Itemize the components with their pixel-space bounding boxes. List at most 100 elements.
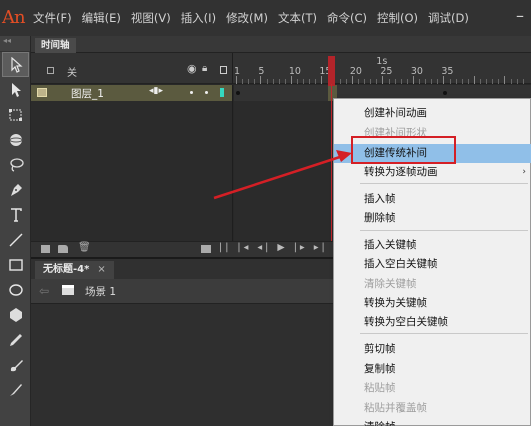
new-folder-icon[interactable] bbox=[58, 245, 68, 253]
ruler-tick bbox=[522, 79, 524, 84]
3d-rotation-tool[interactable] bbox=[0, 127, 31, 152]
outline-icon[interactable] bbox=[220, 66, 227, 74]
menu-text[interactable]: 文本(T) bbox=[273, 0, 322, 36]
menu-edit[interactable]: 编辑(E) bbox=[77, 0, 126, 36]
context-menu-item-label: 粘贴帧 bbox=[364, 382, 396, 394]
menu-insert[interactable]: 插入(I) bbox=[176, 0, 221, 36]
menu-debug[interactable]: 调试(D) bbox=[423, 0, 474, 36]
brush-icon bbox=[10, 359, 23, 371]
close-tab-icon[interactable]: × bbox=[97, 264, 105, 275]
menu-control[interactable]: 控制(O) bbox=[372, 0, 423, 36]
menu-commands[interactable]: 命令(C) bbox=[322, 0, 372, 36]
polystar-tool[interactable] bbox=[0, 302, 31, 327]
tab-timeline[interactable]: 时间轴 bbox=[35, 38, 76, 53]
context-menu-item[interactable]: 插入空白关键帧 bbox=[334, 255, 531, 274]
rectangle-tool[interactable] bbox=[0, 252, 31, 277]
layer-lock-dot[interactable] bbox=[205, 91, 208, 94]
new-layer-icon[interactable] bbox=[41, 245, 50, 253]
layer-color-swatch[interactable] bbox=[220, 88, 224, 97]
ruler-tick bbox=[278, 79, 280, 84]
menu-view[interactable]: 视图(V) bbox=[126, 0, 176, 36]
paint-brush-tool[interactable] bbox=[0, 377, 31, 402]
context-menu-item-label: 删除帧 bbox=[364, 212, 396, 224]
ruler-label: 5 bbox=[258, 66, 265, 77]
ruler-tick bbox=[339, 79, 341, 84]
ruler-tick bbox=[297, 79, 298, 84]
ruler-tick bbox=[473, 76, 475, 84]
context-menu-item[interactable]: 转换为空白关键帧 bbox=[334, 313, 531, 332]
selection-tool[interactable] bbox=[2, 52, 29, 77]
menu-separator bbox=[360, 183, 528, 184]
ruler-tick bbox=[437, 79, 439, 84]
oval-tool[interactable] bbox=[0, 277, 31, 302]
playback-controls[interactable]: || |◂ ◂| ▶ |▸ ▸| bbox=[219, 242, 328, 253]
keyframe-dot[interactable] bbox=[443, 91, 447, 95]
ruler-tick bbox=[254, 79, 256, 84]
app-logo: An bbox=[2, 7, 26, 28]
layer-name[interactable]: 图层_1 bbox=[71, 86, 104, 101]
ruler-tick bbox=[516, 79, 518, 84]
ruler-tick bbox=[364, 79, 366, 84]
playhead-handle[interactable] bbox=[328, 56, 335, 86]
layer-list-area bbox=[31, 101, 233, 241]
pen-icon bbox=[10, 183, 22, 196]
pen-tool[interactable] bbox=[0, 177, 31, 202]
line-tool[interactable] bbox=[0, 227, 31, 252]
ruler-tick bbox=[248, 79, 250, 84]
context-menu-item[interactable]: 插入帧 bbox=[334, 190, 531, 209]
keyframe-dot[interactable] bbox=[236, 91, 240, 95]
show-all-layers-icon[interactable] bbox=[47, 67, 54, 74]
ruler-tick bbox=[242, 79, 244, 84]
layer-row[interactable]: 图层_1 ◂▮▸ bbox=[31, 85, 233, 101]
paint-brush-icon bbox=[9, 383, 22, 396]
brush-tool[interactable] bbox=[0, 352, 31, 377]
ruler-tick bbox=[486, 79, 488, 84]
pencil-icon bbox=[9, 333, 22, 346]
context-menu-item[interactable]: 删除帧 bbox=[334, 209, 531, 228]
pencil-tool[interactable] bbox=[0, 327, 31, 352]
back-arrow-icon[interactable]: ⇦ bbox=[39, 284, 49, 298]
subselection-tool[interactable] bbox=[0, 77, 31, 102]
context-menu-item[interactable]: 清除帧 bbox=[334, 418, 531, 426]
ruler-tick bbox=[272, 79, 274, 84]
ruler-tick bbox=[284, 79, 286, 84]
lasso-tool[interactable] bbox=[0, 152, 31, 177]
context-menu-item[interactable]: 创建补间动画 bbox=[334, 104, 531, 123]
layer-visible-dot[interactable] bbox=[190, 91, 193, 94]
context-menu-item: 粘贴并覆盖帧 bbox=[334, 399, 531, 418]
lasso-icon bbox=[9, 157, 24, 172]
ruler-tick bbox=[443, 76, 445, 84]
ruler-tick bbox=[498, 79, 500, 84]
layer-toggle-label[interactable]: 关 bbox=[67, 64, 77, 79]
context-menu-item[interactable]: 转换为逐帧动画 › bbox=[334, 163, 531, 182]
ruler-tick bbox=[303, 79, 305, 84]
context-menu-item[interactable]: 转换为关键帧 bbox=[334, 294, 531, 313]
ruler-tick bbox=[400, 79, 402, 84]
ruler-tick bbox=[431, 79, 433, 84]
text-tool[interactable] bbox=[0, 202, 31, 227]
context-menu-item-label: 剪切帧 bbox=[364, 343, 396, 355]
frame-ruler[interactable]: 1s 1 5 10 15 20 25 30 35 bbox=[234, 53, 531, 84]
layer-options-icon[interactable]: ◂▮▸ bbox=[149, 86, 163, 96]
menu-modify[interactable]: 修改(M) bbox=[221, 0, 273, 36]
panel-grip-icon[interactable]: ◂◂ bbox=[0, 36, 30, 52]
minimize-button[interactable]: – bbox=[509, 0, 531, 36]
scene-label[interactable]: 场景 1 bbox=[85, 284, 116, 299]
context-menu-item[interactable]: 剪切帧 bbox=[334, 340, 531, 359]
polygon-icon bbox=[9, 307, 22, 322]
timeline-tabbar: 时间轴 bbox=[31, 36, 531, 53]
ruler-tick bbox=[455, 79, 457, 84]
context-menu-item[interactable]: 插入关键帧 bbox=[334, 236, 531, 255]
context-menu-item[interactable]: 复制帧 bbox=[334, 360, 531, 379]
layer-column-header: 关 ◉ 🔒︎ bbox=[31, 53, 233, 84]
submenu-chevron-icon: › bbox=[522, 167, 526, 177]
free-transform-tool[interactable] bbox=[0, 102, 31, 127]
lock-icon[interactable]: 🔒︎ bbox=[202, 63, 207, 74]
ruler-tick bbox=[461, 79, 463, 84]
camera-icon[interactable] bbox=[201, 245, 211, 253]
tab-document[interactable]: 无标题-4* × bbox=[35, 261, 114, 279]
menu-file[interactable]: 文件(F) bbox=[28, 0, 77, 36]
timeline-header: 关 ◉ 🔒︎ 1s 1 5 10 15 20 25 30 35 bbox=[31, 53, 531, 84]
eye-icon[interactable]: ◉ bbox=[187, 62, 197, 75]
delete-layer-icon[interactable]: 🗑︎ bbox=[78, 242, 91, 253]
